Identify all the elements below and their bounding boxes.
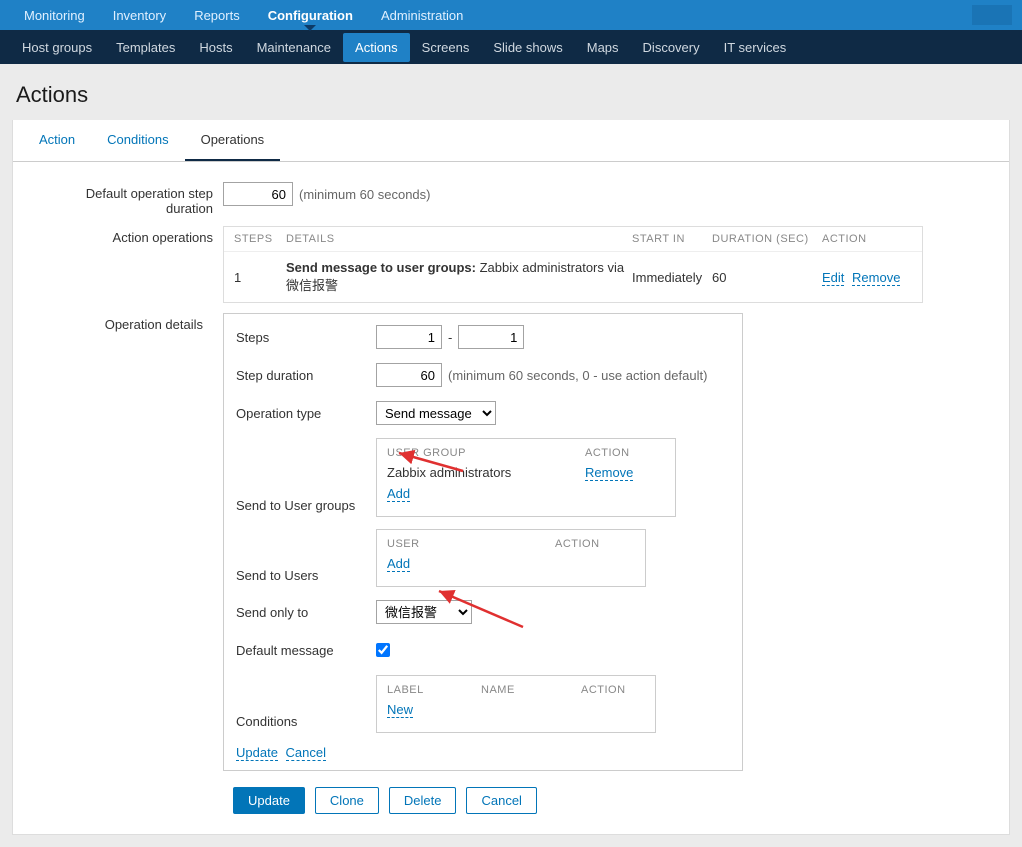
operation-type-select[interactable]: Send message: [376, 401, 496, 425]
ug-value: Zabbix administrators: [387, 465, 585, 480]
action-operations-row: Action operations STEPS DETAILS START IN…: [43, 226, 979, 303]
conditions-table: LABEL NAME ACTION New: [376, 675, 656, 733]
u-add-link[interactable]: Add: [387, 556, 410, 572]
topnav-inventory[interactable]: Inventory: [99, 0, 180, 30]
steps-label: Steps: [236, 330, 376, 345]
topnav-administration[interactable]: Administration: [367, 0, 477, 30]
ops-row: 1 Send message to user groups: Zabbix ad…: [224, 252, 922, 302]
default-step-row: Default operation step duration (minimum…: [43, 182, 979, 216]
ops-step: 1: [234, 270, 286, 285]
page-title: Actions: [16, 82, 1006, 108]
tab-operations[interactable]: Operations: [185, 120, 281, 161]
subnav-slideshows[interactable]: Slide shows: [481, 33, 574, 62]
subnav-hosts[interactable]: Hosts: [187, 33, 244, 62]
send-users-label: Send to Users: [236, 568, 376, 587]
cond-h-label: LABEL: [387, 684, 481, 696]
update-button[interactable]: Update: [233, 787, 305, 814]
sub-nav: Host groups Templates Hosts Maintenance …: [0, 30, 1022, 64]
conditions-label: Conditions: [236, 714, 376, 733]
ops-details-prefix: Send message to user groups:: [286, 260, 476, 275]
cond-h-action: ACTION: [581, 684, 641, 696]
steps-sep: -: [448, 330, 452, 345]
subnav-actions[interactable]: Actions: [343, 33, 410, 62]
default-step-hint: (minimum 60 seconds): [299, 187, 431, 202]
send-only-to-label: Send only to: [236, 605, 376, 620]
subnav-templates[interactable]: Templates: [104, 33, 187, 62]
subnav-maps[interactable]: Maps: [575, 33, 631, 62]
tab-action[interactable]: Action: [23, 120, 91, 161]
subnav-discovery[interactable]: Discovery: [631, 33, 712, 62]
step-duration-input[interactable]: [376, 363, 442, 387]
subnav-maintenance[interactable]: Maintenance: [245, 33, 343, 62]
ops-remove-link[interactable]: Remove: [852, 270, 900, 286]
delete-button[interactable]: Delete: [389, 787, 457, 814]
ops-th-startin: START IN: [632, 233, 712, 245]
operation-details-box: Steps - Step duration (minimum 60 second…: [223, 313, 743, 771]
cond-new-link[interactable]: New: [387, 702, 413, 718]
steps-from-input[interactable]: [376, 325, 442, 349]
send-usergroups-label: Send to User groups: [236, 498, 376, 517]
send-only-to-select[interactable]: 微信报警: [376, 600, 472, 624]
ug-action-header: ACTION: [585, 447, 665, 459]
operation-type-label: Operation type: [236, 406, 376, 421]
main-panel: Action Conditions Operations Default ope…: [12, 120, 1010, 835]
cond-h-name: NAME: [481, 684, 581, 696]
form-area: Default operation step duration (minimum…: [13, 162, 1009, 834]
topnav-monitoring[interactable]: Monitoring: [10, 0, 99, 30]
button-bar: Update Clone Delete Cancel: [233, 787, 979, 814]
ops-edit-link[interactable]: Edit: [822, 270, 844, 286]
default-step-label: Default operation step duration: [43, 182, 223, 216]
details-cancel-link[interactable]: Cancel: [286, 745, 326, 761]
page-header: Actions: [0, 64, 1022, 120]
action-operations-label: Action operations: [43, 226, 223, 245]
ops-action-cell: Edit Remove: [822, 270, 912, 285]
operations-table: STEPS DETAILS START IN DURATION (SEC) AC…: [223, 226, 923, 303]
subnav-hostgroups[interactable]: Host groups: [10, 33, 104, 62]
details-update-link[interactable]: Update: [236, 745, 278, 761]
top-nav: Monitoring Inventory Reports Configurati…: [0, 0, 1022, 30]
subnav-screens[interactable]: Screens: [410, 33, 482, 62]
details-mini-buttons: Update Cancel: [236, 745, 730, 760]
ops-th-action: ACTION: [822, 233, 912, 245]
topnav-right-control[interactable]: [972, 5, 1012, 25]
default-message-checkbox[interactable]: [376, 643, 390, 657]
ops-duration: 60: [712, 270, 822, 285]
u-header: USER: [387, 538, 555, 550]
ops-th-details: DETAILS: [286, 233, 632, 245]
operation-details-label: Operation details: [33, 317, 213, 332]
steps-to-input[interactable]: [458, 325, 524, 349]
clone-button[interactable]: Clone: [315, 787, 379, 814]
users-table: USER ACTION Add: [376, 529, 646, 587]
ug-add-link[interactable]: Add: [387, 486, 410, 502]
topnav-reports[interactable]: Reports: [180, 0, 254, 30]
usergroups-table: USER GROUP ACTION Zabbix administrators …: [376, 438, 676, 517]
ug-header: USER GROUP: [387, 447, 585, 459]
ug-remove-link[interactable]: Remove: [585, 465, 633, 481]
operation-details-row: Operation details Operation details Step…: [43, 313, 979, 771]
topnav-configuration[interactable]: Configuration: [254, 0, 367, 30]
subnav-itservices[interactable]: IT services: [712, 33, 799, 62]
default-step-input[interactable]: [223, 182, 293, 206]
ops-th-steps: STEPS: [234, 233, 286, 245]
tabs: Action Conditions Operations: [13, 120, 1009, 162]
step-duration-label: Step duration: [236, 368, 376, 383]
cancel-button[interactable]: Cancel: [466, 787, 536, 814]
u-action-header: ACTION: [555, 538, 635, 550]
tab-conditions[interactable]: Conditions: [91, 120, 184, 161]
ops-startin: Immediately: [632, 270, 712, 285]
ops-th-duration: DURATION (SEC): [712, 233, 822, 245]
ops-details: Send message to user groups: Zabbix admi…: [286, 260, 632, 294]
default-message-label: Default message: [236, 643, 376, 658]
step-duration-hint: (minimum 60 seconds, 0 - use action defa…: [448, 368, 707, 383]
